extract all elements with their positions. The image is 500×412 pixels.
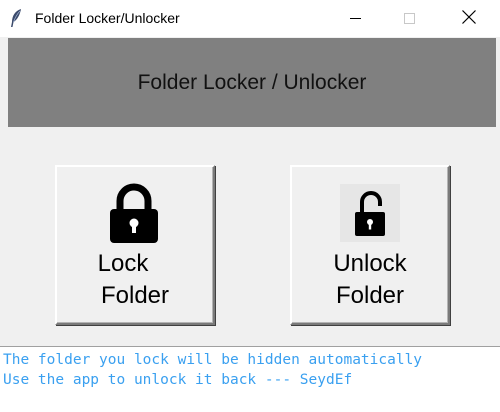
banner-title: Folder Locker / Unlocker <box>137 70 367 94</box>
unlock-button-label-line2: Folder <box>335 282 405 309</box>
close-button[interactable] <box>446 0 492 37</box>
maximize-button[interactable] <box>386 0 432 37</box>
unlock-button-label-line1: Unlock <box>333 250 407 277</box>
info-line-2: Use the app to unlock it back --- SeydEf <box>3 372 353 388</box>
lock-open-icon <box>340 184 400 246</box>
minimize-button[interactable] <box>332 0 378 37</box>
feather-icon <box>9 8 23 28</box>
close-icon <box>462 9 476 28</box>
info-text-box[interactable]: The folder you lock will be hidden autom… <box>0 346 500 412</box>
header-banner: Folder Locker / Unlocker <box>8 38 496 127</box>
minimize-icon <box>349 9 361 28</box>
window-title: Folder Locker/Unlocker <box>35 10 180 26</box>
lock-folder-button[interactable]: Lock Folder <box>55 165 215 325</box>
lock-button-label-line2: Folder <box>100 282 170 309</box>
lock-button-label-line1: Lock <box>97 250 149 277</box>
unlock-folder-button[interactable]: Unlock Folder <box>290 165 450 325</box>
title-bar: Folder Locker/Unlocker <box>0 0 500 37</box>
maximize-icon <box>403 9 415 28</box>
lock-closed-icon <box>108 183 160 249</box>
info-line-1: The folder you lock will be hidden autom… <box>3 352 423 368</box>
